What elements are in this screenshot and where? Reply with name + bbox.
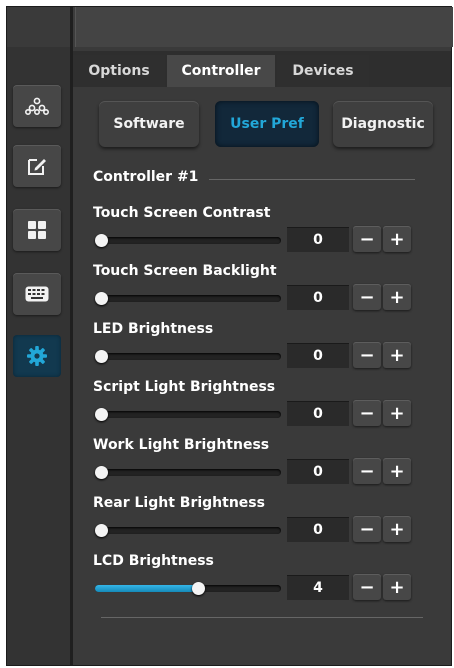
decrement-button[interactable]: −: [353, 574, 381, 600]
tab-devices[interactable]: Devices: [277, 55, 369, 87]
gear-icon: [27, 346, 47, 366]
app-window: Options Controller Devices Software User…: [6, 6, 453, 666]
setting-touch-screen-contrast: Touch Screen Contrast 0− +: [73, 205, 451, 263]
sidebar-grid-button[interactable]: [13, 209, 61, 251]
main-panel: Options Controller Devices Software User…: [73, 47, 451, 665]
sidebar-network-button[interactable]: [13, 85, 61, 127]
increment-button[interactable]: +: [383, 226, 411, 252]
decrement-button[interactable]: −: [353, 342, 381, 368]
touch-screen-backlight-value: 0: [287, 285, 349, 310]
tab-bar: Options Controller Devices: [73, 51, 451, 87]
slider-fill: [95, 585, 198, 592]
top-bar-left: [7, 7, 73, 47]
slider-thumb[interactable]: [192, 582, 205, 595]
rear-light-brightness-value: 0: [287, 517, 349, 542]
setting-rear-light-brightness: Rear Light Brightness 0− +: [73, 495, 451, 553]
lcd-brightness-slider[interactable]: [95, 582, 281, 595]
led-brightness-slider[interactable]: [95, 350, 281, 363]
decrement-button[interactable]: −: [353, 458, 381, 484]
sidebar-edit-button[interactable]: [13, 145, 61, 187]
led-brightness-value: 0: [287, 343, 349, 368]
setting-label: Rear Light Brightness: [93, 495, 265, 511]
sidebar: [7, 47, 70, 665]
network-icon: [25, 97, 49, 115]
decrement-button[interactable]: −: [353, 400, 381, 426]
sidebar-keyboard-button[interactable]: [13, 273, 61, 315]
touch-screen-contrast-slider[interactable]: [95, 234, 281, 247]
grid-icon: [28, 221, 46, 239]
script-light-brightness-slider[interactable]: [95, 408, 281, 421]
increment-button[interactable]: +: [383, 342, 411, 368]
slider-thumb[interactable]: [95, 408, 108, 421]
setting-work-light-brightness: Work Light Brightness 0− +: [73, 437, 451, 495]
setting-label: Work Light Brightness: [93, 437, 270, 453]
touch-screen-backlight-slider[interactable]: [95, 292, 281, 305]
setting-label: Touch Screen Backlight: [93, 263, 277, 279]
setting-lcd-brightness: LCD Brightness 4− +: [73, 553, 451, 611]
slider-thumb[interactable]: [95, 292, 108, 305]
tab-controller[interactable]: Controller: [167, 55, 275, 87]
increment-button[interactable]: +: [383, 284, 411, 310]
setting-script-light-brightness: Script Light Brightness 0− +: [73, 379, 451, 437]
sidebar-settings-button[interactable]: [13, 335, 61, 377]
lcd-brightness-value: 4: [287, 575, 349, 600]
setting-touch-screen-backlight: Touch Screen Backlight 0− +: [73, 263, 451, 321]
decrement-button[interactable]: −: [353, 516, 381, 542]
top-bar: [7, 7, 453, 47]
rear-light-brightness-slider[interactable]: [95, 524, 281, 537]
increment-button[interactable]: +: [383, 516, 411, 542]
setting-label: Touch Screen Contrast: [93, 205, 271, 221]
keyboard-icon: [25, 286, 49, 302]
subtab-software[interactable]: Software: [99, 101, 199, 147]
decrement-button[interactable]: −: [353, 284, 381, 310]
script-light-brightness-value: 0: [287, 401, 349, 426]
touch-screen-contrast-value: 0: [287, 227, 349, 252]
section-divider: [209, 179, 415, 180]
subtab-diagnostic[interactable]: Diagnostic: [333, 101, 433, 147]
increment-button[interactable]: +: [383, 458, 411, 484]
section-title: Controller #1: [93, 169, 199, 185]
increment-button[interactable]: +: [383, 400, 411, 426]
decrement-button[interactable]: −: [353, 226, 381, 252]
slider-thumb[interactable]: [95, 524, 108, 537]
increment-button[interactable]: +: [383, 574, 411, 600]
work-light-brightness-value: 0: [287, 459, 349, 484]
tab-options[interactable]: Options: [73, 55, 165, 87]
bottom-divider: [101, 617, 423, 618]
slider-thumb[interactable]: [95, 234, 108, 247]
setting-label: LED Brightness: [93, 321, 214, 337]
subtab-user-pref[interactable]: User Pref: [215, 101, 319, 147]
setting-label: LCD Brightness: [93, 553, 214, 569]
setting-led-brightness: LED Brightness 0− +: [73, 321, 451, 379]
setting-label: Script Light Brightness: [93, 379, 276, 395]
work-light-brightness-slider[interactable]: [95, 466, 281, 479]
slider-thumb[interactable]: [95, 350, 108, 363]
edit-icon: [28, 159, 46, 175]
slider-thumb[interactable]: [95, 466, 108, 479]
top-bar-right: [75, 7, 453, 47]
